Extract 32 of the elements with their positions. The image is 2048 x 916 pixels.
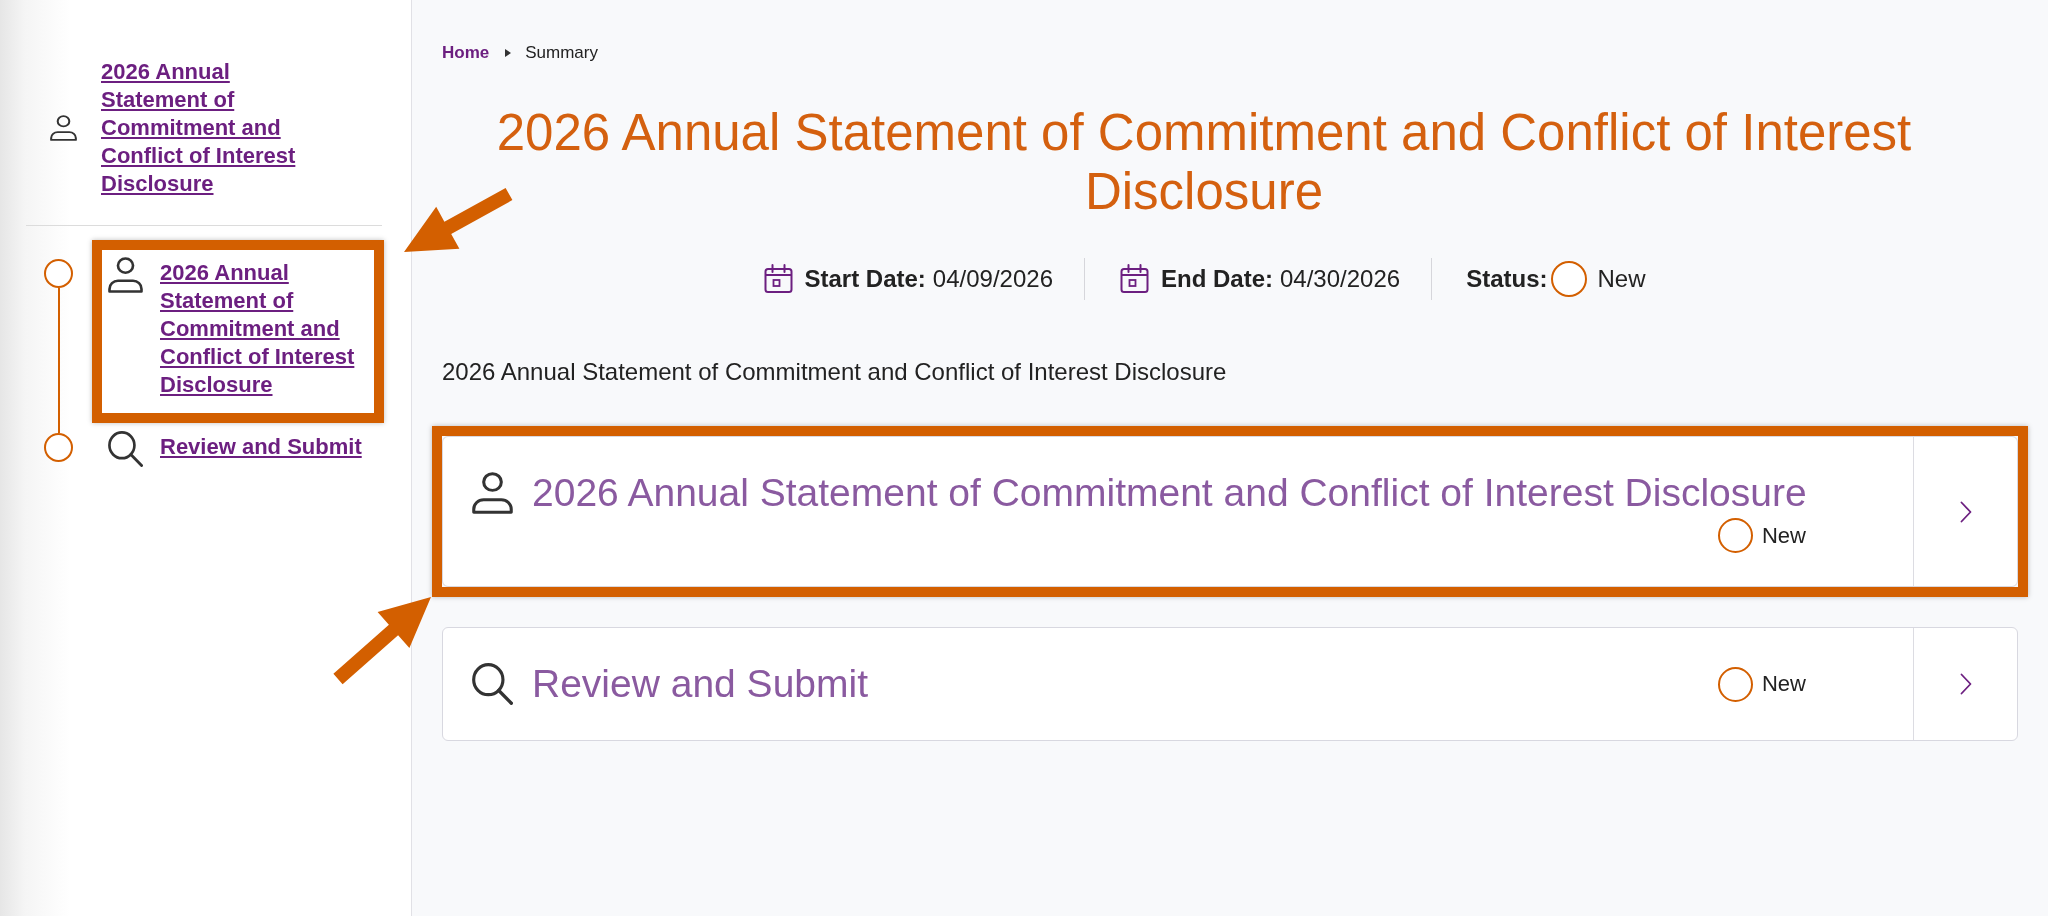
- step-card-title: 2026 Annual Statement of Commitment and Conflict of Interest Disclosure: [532, 470, 1807, 516]
- status-label: New: [1762, 522, 1806, 549]
- status-label: New: [1597, 265, 1646, 293]
- person-icon: [50, 115, 77, 141]
- breadcrumb-link[interactable]: Home: [442, 43, 490, 63]
- status-label: New: [1762, 671, 1806, 697]
- person-icon: [108, 257, 143, 293]
- status-circle-icon: [1551, 261, 1588, 297]
- calendar-icon: [1119, 264, 1150, 294]
- breadcrumb-separator-icon: [505, 49, 512, 57]
- search-icon: [108, 431, 143, 467]
- meta-label: End Date:: [1161, 265, 1273, 293]
- search-icon: [472, 663, 513, 705]
- form-link[interactable]: 2026 Annual Statement of Commitment and Conflict of Interest Disclosure: [101, 58, 315, 198]
- step-link[interactable]: 2026 Annual Statement of Commitment and Conflict of Interest Disclosure: [160, 259, 366, 399]
- status-circle-icon: [1718, 666, 1753, 702]
- step-link[interactable]: Review and Submit: [160, 433, 366, 461]
- calendar-icon: [762, 264, 794, 294]
- meta-value: 04/30/2026: [1280, 265, 1401, 293]
- meta-value: 04/09/2026: [932, 265, 1053, 293]
- chevron-right-icon: [1959, 673, 1972, 695]
- step-card-title: Review and Submit: [532, 661, 868, 707]
- meta-label: Status:: [1466, 265, 1548, 293]
- person-icon: [472, 472, 513, 514]
- step-card[interactable]: 2026 Annual Statement of Commitment and Conflict of Interest Disclosure New: [442, 436, 2018, 587]
- status-circle-icon: [1718, 518, 1753, 553]
- meta-label: Start Date:: [804, 265, 926, 293]
- page-title: 2026 Annual Statement of Commitment and Conflict of Interest Disclosure: [495, 103, 1913, 221]
- breadcrumb-link[interactable]: Summary: [525, 43, 598, 63]
- step-card[interactable]: Review and Submit New: [442, 627, 2018, 741]
- chevron-right-icon: [1959, 500, 1972, 523]
- form-description: 2026 Annual Statement of Commitment and Conflict of Interest Disclosure: [442, 358, 1227, 386]
